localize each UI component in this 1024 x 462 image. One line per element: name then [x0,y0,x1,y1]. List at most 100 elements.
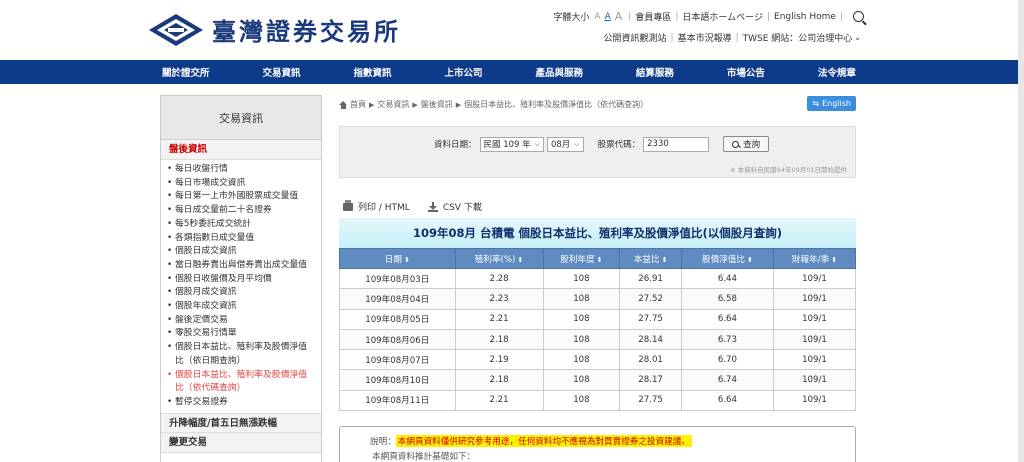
month-select[interactable]: 08月 ⌵ [546,136,584,152]
market-report-link[interactable]: 基本市況報導 [678,31,732,44]
nav-index[interactable]: 指數資訊 [345,65,399,79]
second-links: 公開資訊觀測站 | 基本市況報導 | TWSE 網站：公司治理中心 ⌄ [603,31,862,45]
sidebar-item[interactable]: 每日成交量前二十名證券 [167,204,315,218]
sidebar-item[interactable]: 個股日本益比、殖利率及股價淨值比（依代碼查詢） [167,369,315,396]
nav-products[interactable]: 產品與服務 [527,65,591,79]
font-size-large[interactable]: A [615,10,623,23]
note-disclaimer: 本網頁資料僅供研究參考用途，任何資料均不應視為對買賣證券之投資建議。 [395,435,692,447]
search-icon[interactable] [853,11,864,22]
twse-site-dropdown[interactable]: TWSE 網站：公司治理中心 [743,31,853,44]
column-header[interactable]: 股價淨值比 ⬍ [680,248,774,269]
breadcrumb-trading[interactable]: 交易資訊 [377,99,409,110]
breadcrumb-after-hours[interactable]: 盤後資訊 [421,99,453,110]
member-link[interactable]: 會員專區 [635,10,671,23]
sidebar-item[interactable]: 每日收盤行情 [167,163,315,177]
column-header[interactable]: 殖利率(%) ⬍ [454,248,544,269]
breadcrumb-home[interactable]: 首頁 [350,99,366,110]
column-header[interactable]: 本益比 ⬍ [619,248,682,269]
printer-icon[interactable] [343,199,353,211]
table-cell: 108 [542,349,621,371]
table-cell: 109年08月10日 [339,369,456,391]
table-cell: 27.75 [619,389,682,412]
sidebar-item[interactable]: 個股月成交資訊 [167,286,315,300]
japanese-link[interactable]: 日本語ホームページ [682,10,763,23]
chevron-down-icon[interactable]: ⌄ [854,33,861,42]
sort-icon: ⬍ [596,255,603,264]
nav-about[interactable]: 關於證交所 [154,65,218,79]
sidebar-item[interactable]: 各類指數日成交量值 [167,232,315,246]
sidebar-section-after-hours[interactable]: 盤後資訊 [161,140,321,160]
english-home-link[interactable]: English Home [774,12,836,22]
breadcrumb: 首頁 ▶ 交易資訊 ▶ 盤後資訊 ▶ 個股日本益比、殖利率及股價淨值比（依代碼查… [339,99,648,110]
nav-trading[interactable]: 交易資訊 [254,65,308,79]
twse-logo[interactable]: 臺灣證券交易所 [148,12,401,47]
sidebar: 交易資訊 盤後資訊 每日收盤行情每日市場成交資訊每日第一上市外國股票成交量值每日… [160,95,322,462]
table-cell: 2.19 [454,349,544,371]
sidebar-section-change[interactable]: 變更交易 [161,432,321,453]
print-html-link[interactable]: 列印 / HTML [358,200,410,213]
table-cell: 109/1 [772,389,857,412]
table-cell: 2.21 [454,389,544,412]
sidebar-section-limit[interactable]: 升降幅度/首五日無漲跌幅 [161,412,321,433]
sidebar-title: 交易資訊 [161,96,321,140]
sidebar-item[interactable]: 暫停交易證券 [167,396,315,410]
sidebar-item[interactable]: 每日第一上市外國股票成交量值 [167,190,315,204]
stock-code-input[interactable]: 2330 [643,136,710,152]
table-cell: 2.23 [454,288,544,310]
table-cell: 6.58 [680,288,774,310]
table-cell: 109年08月11日 [339,389,456,412]
table-cell: 108 [542,267,621,290]
query-button[interactable]: 查詢 [723,136,770,152]
swap-icon: ⇆ [812,99,820,108]
home-icon [339,100,347,109]
sort-icon: ⬍ [517,255,524,264]
date-label: 資料日期： [434,140,477,150]
twse-logo-icon [149,13,203,46]
table-cell: 109/1 [772,308,857,330]
table-cell: 2.18 [454,369,544,391]
table-cell: 26.91 [619,267,682,290]
data-table: 日期 ⬍ 殖利率(%) ⬍ 股利年度 ⬍ 本益比 ⬍ 股價淨值比 ⬍ 財報年/季 ⬍ 109年08月0… [339,248,857,412]
sidebar-item[interactable]: 零股交易行情單 [167,327,315,341]
sidebar-item[interactable]: 盤後定價交易 [167,314,315,328]
nav-announcements[interactable]: 市場公告 [719,65,773,79]
mops-link[interactable]: 公開資訊觀測站 [604,31,667,44]
table-cell: 6.70 [680,349,774,371]
table-row: 109年08月07日 2.19 108 28.01 6.70 109/1 [339,349,857,371]
table-cell: 108 [542,369,621,391]
table-cell: 27.52 [619,288,682,310]
sidebar-item[interactable]: 每日市場成交資訊 [167,177,315,191]
download-icon[interactable] [427,201,438,212]
code-label: 股票代碼： [597,140,641,150]
column-header[interactable]: 財報年/季 ⬍ [772,248,857,269]
breadcrumb-current: 個股日本益比、殖利率及股價淨值比（依代碼查詢） [464,100,649,109]
column-header[interactable]: 股利年度 ⬍ [542,248,621,269]
nav-listed[interactable]: 上市公司 [436,65,490,79]
sidebar-item[interactable]: 當日融券賣出與借券賣出成交量值 [167,259,315,273]
scrollbar-track[interactable] [1018,0,1024,462]
font-size-label: 字體大小 [553,13,590,23]
font-size-small[interactable]: A [594,12,600,22]
sidebar-item[interactable]: 個股日收盤價及月平均價 [167,273,315,287]
note-box: 說明： 本網頁資料僅供研究參考用途，任何資料均不應視為對買賣證券之投資建議。 本… [339,426,856,462]
table-cell: 109年08月03日 [339,267,456,290]
font-size-medium[interactable]: A [605,12,611,22]
english-button[interactable]: ⇆ English [807,96,856,111]
sidebar-item[interactable]: 每5秒委託成交統計 [167,218,315,232]
data-start-note: ※ 本資料自民國94年09月01日開始提供 [730,166,847,174]
sidebar-item[interactable]: 個股日本益比、殖利率及股價淨值比（依日期查詢） [167,341,315,368]
nav-clearing[interactable]: 結算服務 [628,65,682,79]
table-cell: 6.64 [680,389,774,412]
main-nav: 關於證交所 交易資訊 指數資訊 上市公司 產品與服務 結算服務 市場公告 法令規… [0,60,1018,84]
csv-download-link[interactable]: CSV 下載 [443,200,482,213]
table-cell: 6.44 [680,267,774,290]
table-cell: 28.01 [619,349,682,371]
sidebar-item[interactable]: 個股年成交資訊 [167,300,315,314]
sidebar-item[interactable]: 個股日成交資訊 [167,245,315,259]
nav-regulations[interactable]: 法令規章 [810,65,864,79]
year-select[interactable]: 民國 109 年 ⌵ [479,136,544,152]
table-cell: 108 [542,288,621,310]
table-cell: 6.73 [680,328,774,351]
column-header[interactable]: 日期 ⬍ [339,248,456,269]
table-cell: 109/1 [772,369,857,391]
